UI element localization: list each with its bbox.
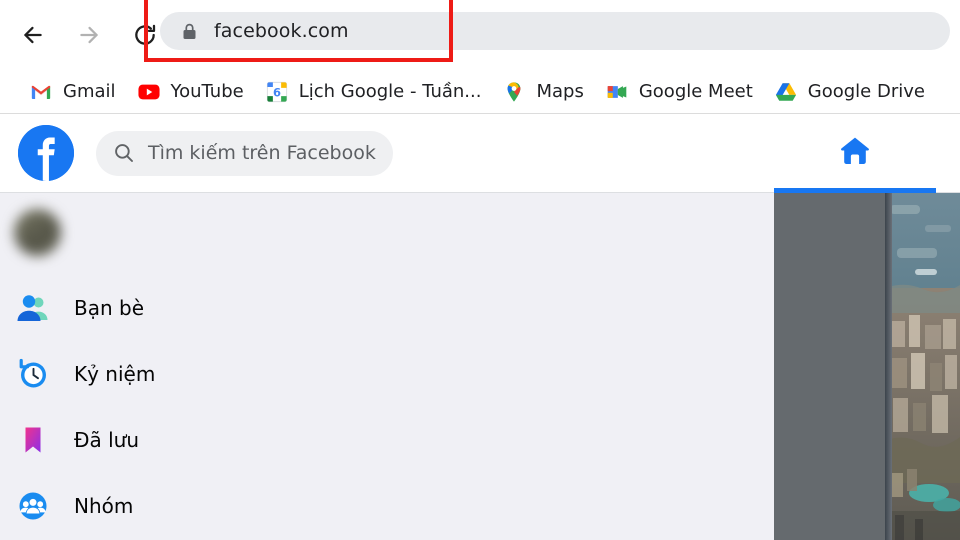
aerial-cityscape-photo xyxy=(885,193,960,540)
sidebar-item-label: Nhóm xyxy=(74,494,134,518)
memories-clock-icon xyxy=(14,355,52,393)
bookmark-google-drive[interactable]: Google Drive xyxy=(767,75,933,109)
bookmark-gmail[interactable]: Gmail xyxy=(22,75,124,109)
avatar xyxy=(14,209,61,256)
sidebar-item-memories[interactable]: Kỷ niệm xyxy=(14,351,284,397)
search-icon xyxy=(114,143,134,163)
home-icon xyxy=(837,133,873,174)
sidebar-item-label: Đã lưu xyxy=(74,428,140,452)
lock-icon xyxy=(182,23,197,40)
bookmark-label: Google Meet xyxy=(638,81,753,102)
back-button[interactable] xyxy=(10,12,56,58)
photo-left-edge xyxy=(885,193,892,540)
bookmark-google-calendar[interactable]: 6 Lịch Google - Tuần... xyxy=(258,75,490,109)
bookmark-label: Google Drive xyxy=(807,81,925,102)
sidebar-item-label: Kỷ niệm xyxy=(74,362,156,386)
bookmark-label: Lịch Google - Tuần... xyxy=(298,81,482,102)
google-drive-icon xyxy=(775,81,797,103)
saved-bookmark-icon xyxy=(14,421,52,459)
sidebar-profile[interactable] xyxy=(14,209,154,256)
groups-icon xyxy=(14,487,52,525)
browser-chrome: facebook.com Gmail YouTube 6 Lịch Google… xyxy=(0,0,960,114)
facebook-page-body: Bạn bè Kỷ niệm Đã lưu Nhóm xyxy=(0,193,960,540)
sidebar-item-friends[interactable]: Bạn bè xyxy=(14,285,284,331)
sidebar-item-saved[interactable]: Đã lưu xyxy=(14,417,284,463)
bookmark-label: Maps xyxy=(536,81,584,102)
feed-panel xyxy=(774,193,885,540)
friends-icon xyxy=(14,289,52,327)
google-maps-icon xyxy=(503,81,525,103)
bookmark-maps[interactable]: Maps xyxy=(495,75,591,109)
google-calendar-icon: 6 xyxy=(266,81,288,103)
tab-home[interactable] xyxy=(774,114,936,193)
arrow-right-icon xyxy=(76,22,102,48)
facebook-logo-icon[interactable] xyxy=(18,125,74,181)
bookmark-label: Gmail xyxy=(63,81,116,102)
feed-photo[interactable] xyxy=(885,193,960,540)
arrow-left-icon xyxy=(20,22,46,48)
forward-button[interactable] xyxy=(66,12,112,58)
browser-toolbar: facebook.com xyxy=(0,0,960,70)
bookmarks-bar: Gmail YouTube 6 Lịch Google - Tuần... Ma… xyxy=(0,70,960,114)
search-placeholder: Tìm kiếm trên Facebook xyxy=(148,142,376,164)
profile-name xyxy=(81,222,154,244)
youtube-icon xyxy=(137,81,160,103)
bookmark-google-meet[interactable]: Google Meet xyxy=(598,75,761,109)
google-meet-icon xyxy=(606,81,628,103)
bookmark-youtube[interactable]: YouTube xyxy=(130,75,252,109)
address-bar[interactable]: facebook.com xyxy=(160,12,950,50)
sidebar-item-groups[interactable]: Nhóm xyxy=(14,483,284,529)
sidebar-item-label: Bạn bè xyxy=(74,296,145,320)
reload-icon xyxy=(132,22,158,48)
url-text: facebook.com xyxy=(214,20,349,42)
facebook-header: Tìm kiếm trên Facebook xyxy=(0,114,960,193)
search-input[interactable]: Tìm kiếm trên Facebook xyxy=(96,130,393,176)
gmail-icon xyxy=(30,81,52,103)
left-sidebar: Bạn bè Kỷ niệm Đã lưu Nhóm xyxy=(0,193,300,540)
screenshot-root: facebook.com Gmail YouTube 6 Lịch Google… xyxy=(0,0,960,540)
bookmark-label: YouTube xyxy=(170,81,244,102)
svg-text:6: 6 xyxy=(273,85,281,99)
